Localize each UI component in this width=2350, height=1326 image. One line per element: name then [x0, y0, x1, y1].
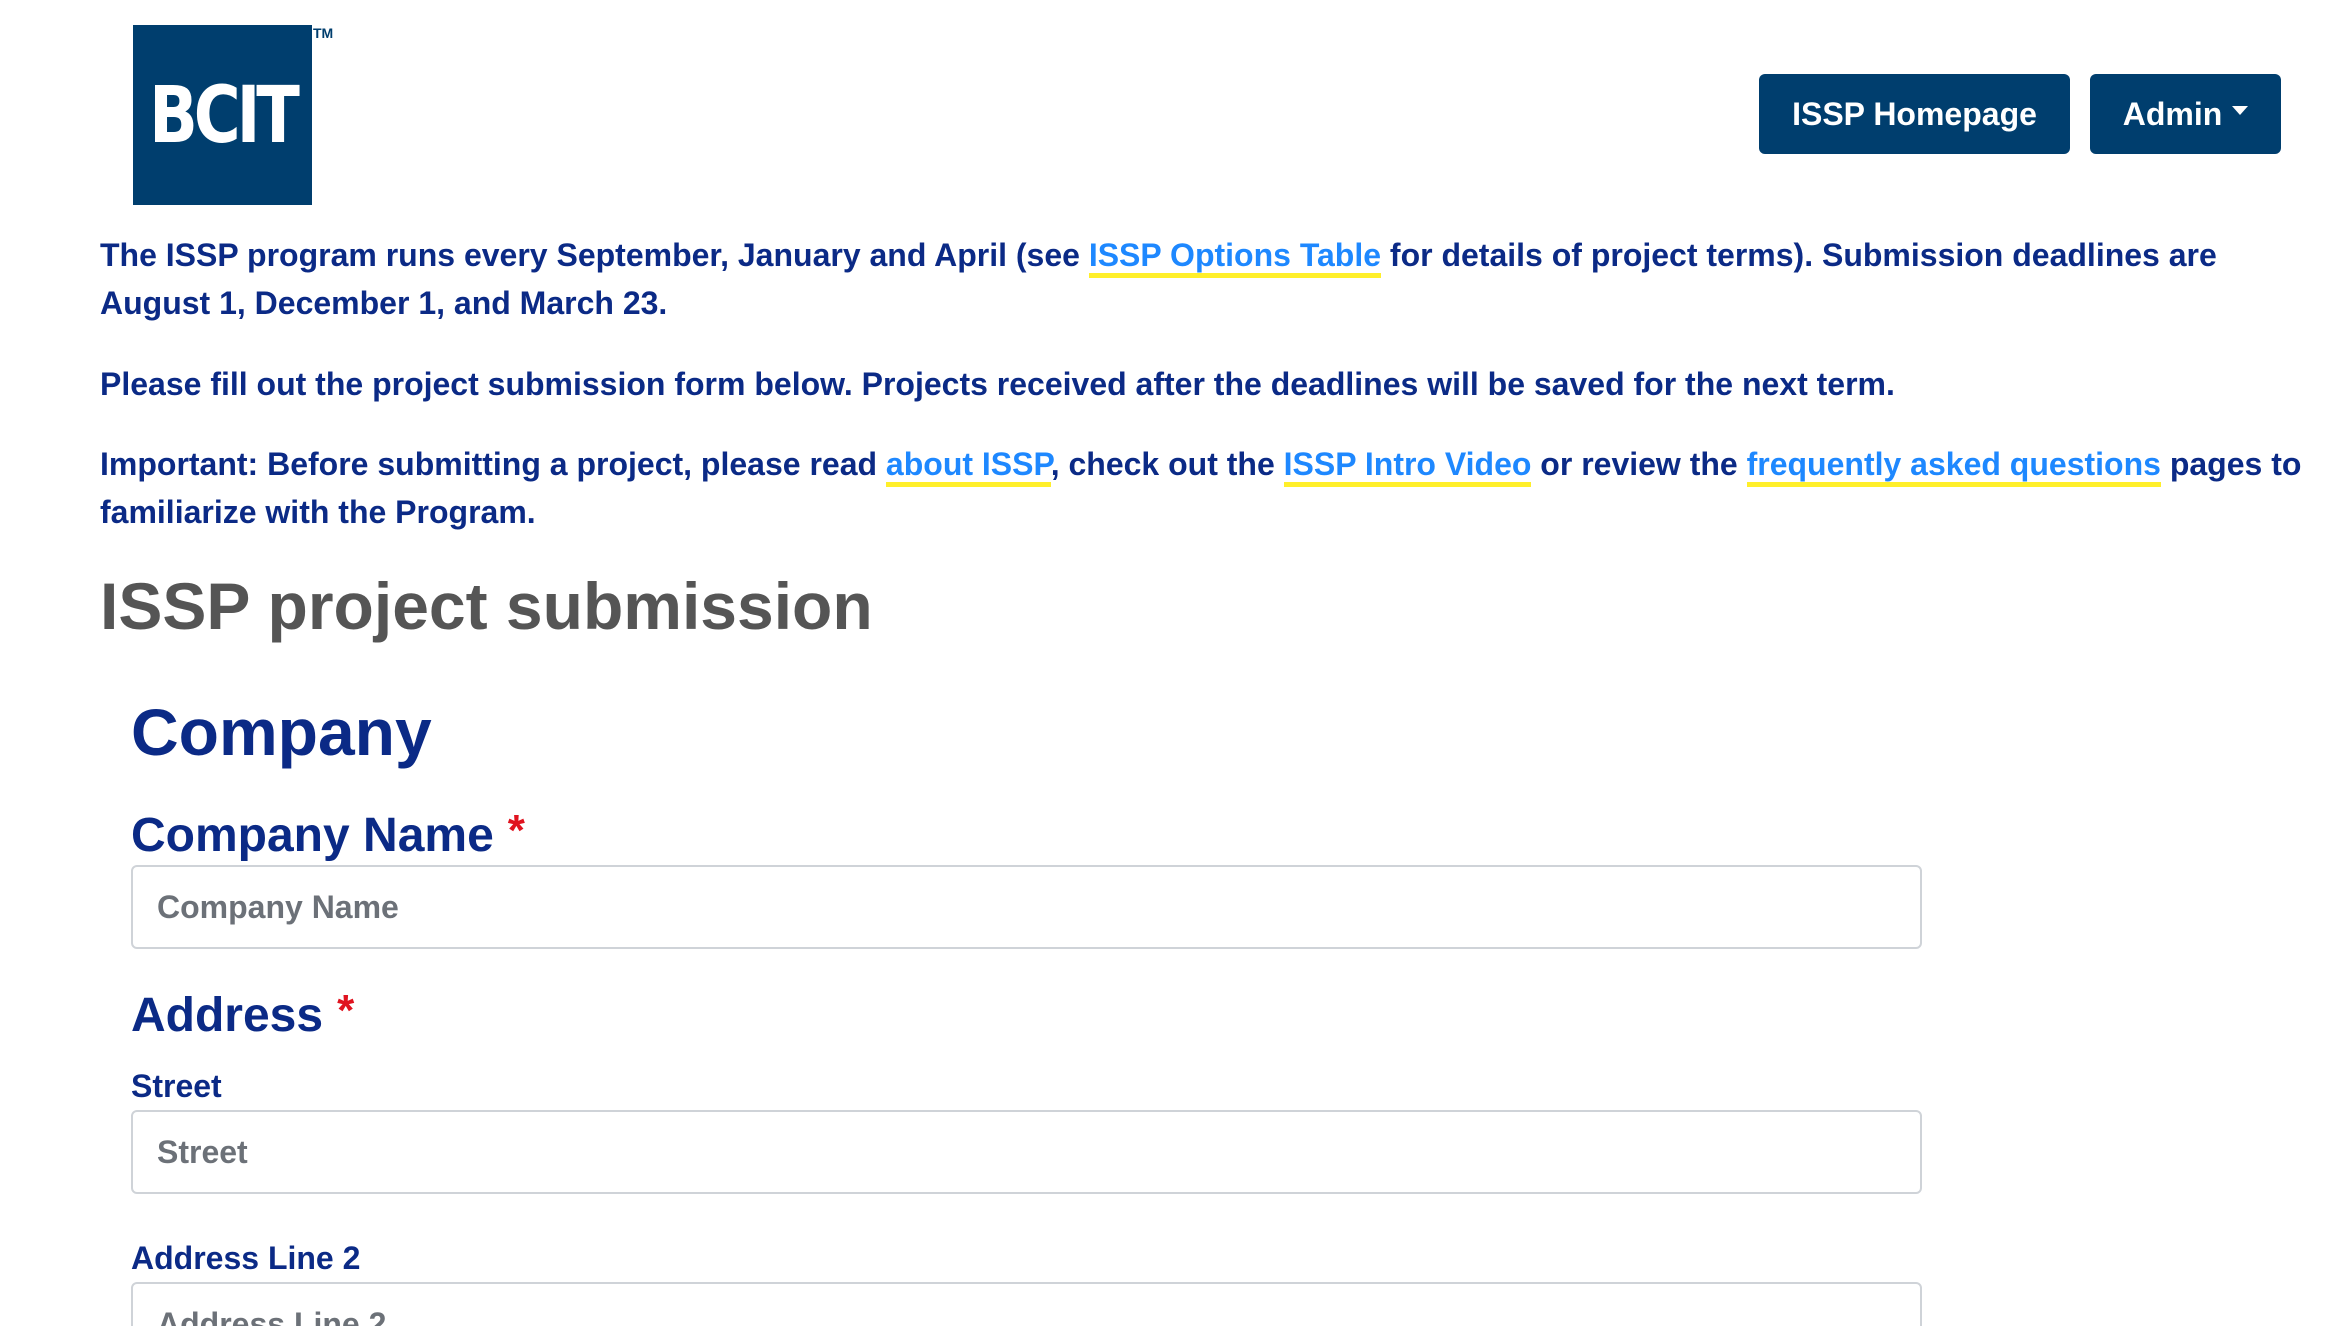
intro-p1-before: The ISSP program runs every September, J… [100, 237, 1089, 273]
logo-text: BCIT [149, 71, 300, 161]
intro-p3-mid2: or review the [1531, 446, 1747, 482]
company-name-input[interactable] [131, 865, 1922, 949]
bcit-logo[interactable]: BCIT [133, 25, 312, 205]
address-label: Address * [131, 986, 355, 1043]
required-marker: * [337, 986, 355, 1035]
issp-options-table-link[interactable]: ISSP Options Table [1088, 237, 1382, 278]
intro-p3-mid1: , check out the [1050, 446, 1284, 482]
page: BCIT TM ISSP Homepage Admin The ISSP pro… [0, 0, 2350, 1326]
trademark-mark: TM [313, 25, 334, 41]
street-input[interactable] [131, 1110, 1922, 1194]
intro-paragraph-important: Important: Before submitting a project, … [100, 440, 2320, 536]
issp-homepage-button-label: ISSP Homepage [1792, 95, 2037, 132]
issp-intro-video-link[interactable]: ISSP Intro Video [1283, 446, 1532, 487]
page-title: ISSP project submission [100, 569, 873, 643]
address-line2-label: Address Line 2 [131, 1240, 361, 1276]
required-marker: * [507, 806, 525, 855]
intro-paragraph-instructions: Please fill out the project submission f… [100, 366, 1895, 402]
address-line2-input[interactable] [131, 1282, 1922, 1326]
intro-paragraph-schedule: The ISSP program runs every September, J… [100, 231, 2320, 327]
intro-p3-before: Important: Before submitting a project, … [100, 446, 886, 482]
issp-homepage-button[interactable]: ISSP Homepage [1759, 74, 2070, 154]
admin-dropdown-label: Admin [2122, 95, 2223, 132]
caret-down-icon [2232, 105, 2249, 115]
address-label-text: Address [131, 989, 324, 1042]
about-issp-link[interactable]: about ISSP [885, 446, 1051, 487]
company-section-heading: Company [131, 695, 432, 769]
admin-dropdown-button[interactable]: Admin [2090, 74, 2281, 154]
company-name-label: Company Name * [131, 806, 525, 863]
faq-link[interactable]: frequently asked questions [1746, 446, 2161, 487]
street-label: Street [131, 1068, 222, 1104]
company-name-label-text: Company Name [131, 809, 494, 862]
